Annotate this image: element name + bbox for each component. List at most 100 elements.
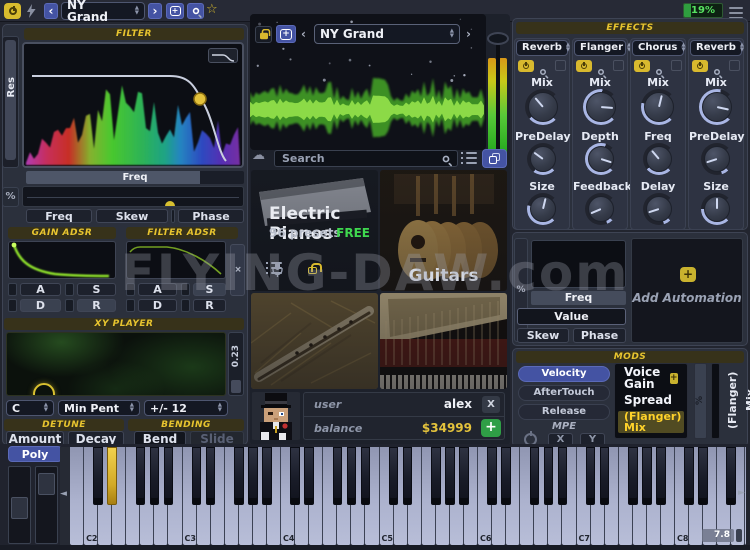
effect-power-button[interactable]: [518, 60, 534, 72]
depth-knob[interactable]: [585, 143, 617, 175]
search-input[interactable]: Search: [274, 150, 458, 167]
keyboard-zoom-handle[interactable]: [736, 529, 742, 542]
piano-key-as4[interactable]: [360, 447, 371, 505]
mod-curve-slider[interactable]: [711, 363, 720, 439]
effect-preset-icon[interactable]: [671, 60, 682, 71]
microphone-icon[interactable]: [271, 262, 283, 277]
browser-tile-electric-pianos[interactable]: Electric Pianos 96 presets FREE: [251, 170, 378, 291]
predelay-knob[interactable]: [701, 143, 733, 175]
bend-range-select[interactable]: +/- 12 ▲ ▼: [144, 400, 228, 416]
preset-next-button[interactable]: ›: [148, 3, 162, 19]
add-preset-button[interactable]: +: [166, 3, 184, 19]
size-knob[interactable]: [701, 193, 733, 225]
piano-key-gs5[interactable]: [445, 447, 455, 505]
list-view-icon[interactable]: [461, 152, 477, 164]
tab-phase[interactable]: Phase: [178, 209, 244, 223]
automation-value-field[interactable]: Value: [517, 308, 626, 325]
automation-phase-button[interactable]: Phase: [573, 328, 626, 343]
tab-freq[interactable]: Freq: [26, 209, 92, 223]
gain-decay-button[interactable]: D: [20, 299, 61, 312]
preset-select-topbar[interactable]: NY Grand ▲ ▼: [61, 0, 145, 23]
effect-type-select[interactable]: Reverb ▲ ▼: [516, 40, 570, 56]
crossed-arrows-button[interactable]: +: [230, 244, 245, 296]
tab-aftertouch[interactable]: AfterTouch: [518, 385, 610, 401]
piano-key-ds5[interactable]: [402, 447, 413, 505]
add-balance-button[interactable]: +: [481, 419, 501, 437]
effect-search-icon[interactable]: [540, 69, 546, 75]
keyboard-zoom-value[interactable]: 7.8: [702, 529, 734, 542]
piano-key-cs8[interactable]: [684, 447, 694, 505]
piano-key-ds6[interactable]: [501, 447, 511, 505]
percent-icon[interactable]: %: [2, 187, 19, 207]
feedback-knob[interactable]: [585, 193, 617, 225]
automation-percent-icon[interactable]: %: [514, 238, 528, 342]
piano-key-gs7[interactable]: [642, 447, 652, 505]
add-automation-area[interactable]: + Add Automation: [631, 238, 743, 343]
effect-power-button[interactable]: [634, 60, 650, 72]
effect-type-select[interactable]: Reverb ▲ ▼: [690, 40, 744, 56]
gain-attack-button[interactable]: A: [20, 283, 61, 296]
piano-key-gs6[interactable]: [543, 447, 554, 505]
browser-prev-button[interactable]: ‹: [301, 27, 306, 41]
root-note-select[interactable]: C ▲ ▼: [6, 400, 54, 416]
effect-preset-icon[interactable]: [555, 60, 566, 71]
piano-key-ds8[interactable]: [698, 447, 708, 505]
mod-amount-slider[interactable]: %: [694, 363, 707, 439]
browser-tile-guitars[interactable]: Guitars: [380, 170, 507, 291]
effect-search-icon[interactable]: [714, 69, 720, 75]
piano-key-cs7[interactable]: [585, 447, 596, 505]
filter-spectrum-display[interactable]: [22, 42, 244, 168]
predelay-knob[interactable]: [527, 143, 559, 175]
mod-handle[interactable]: [165, 201, 175, 206]
grid-view-button[interactable]: [482, 149, 507, 168]
automation-display[interactable]: [531, 240, 626, 288]
piano-key-fs4[interactable]: [332, 447, 343, 505]
tile-lock-icon[interactable]: [308, 263, 322, 274]
filter-mod-strip[interactable]: [22, 186, 244, 207]
piano-key-gs3[interactable]: [248, 447, 258, 505]
tab-skew[interactable]: Skew: [96, 209, 168, 223]
piano-key-cs4[interactable]: [290, 447, 300, 505]
mod-item-voice-gain[interactable]: Voice Gain +: [618, 366, 684, 390]
filter-adsr-display[interactable]: [126, 241, 226, 279]
piano-key-fs6[interactable]: [529, 447, 540, 505]
filter-sustain-button[interactable]: S: [193, 283, 226, 296]
mix-knob[interactable]: [583, 89, 619, 125]
effect-type-select[interactable]: Chorus ▲ ▼: [632, 40, 686, 56]
gain-sustain-button[interactable]: S: [77, 283, 116, 296]
xy-cursor[interactable]: [33, 383, 55, 395]
poly-button[interactable]: Poly: [8, 446, 62, 462]
piano-key-gs2[interactable]: [149, 447, 160, 505]
piano-key-ds3[interactable]: [205, 447, 216, 505]
piano-key-as5[interactable]: [459, 447, 469, 505]
freq-knob[interactable]: [643, 143, 675, 175]
gain-release-button[interactable]: R: [77, 299, 116, 312]
effect-search-icon[interactable]: [598, 69, 604, 75]
filter-freq-slider[interactable]: Freq: [26, 171, 244, 184]
bolt-icon[interactable]: [26, 4, 37, 19]
avatar[interactable]: [251, 392, 301, 440]
resonance-slider[interactable]: Res: [2, 36, 19, 168]
effect-power-button[interactable]: [576, 60, 592, 72]
browser-tile-flute[interactable]: [251, 293, 378, 389]
logout-button[interactable]: X: [482, 396, 500, 413]
power-button[interactable]: [4, 3, 21, 19]
gain-adsr-display[interactable]: [8, 241, 116, 279]
piano-key-cs5[interactable]: [388, 447, 399, 505]
tab-release[interactable]: Release: [518, 404, 610, 420]
filter-attack-button[interactable]: A: [138, 283, 177, 296]
favorite-star-icon[interactable]: ☆: [206, 2, 218, 17]
piano-key-cs6[interactable]: [487, 447, 497, 505]
lock-button[interactable]: [255, 26, 272, 43]
piano-key-as2[interactable]: [163, 447, 174, 505]
mix-knob[interactable]: [641, 89, 677, 125]
effect-power-button[interactable]: [692, 60, 708, 72]
scroll-right-icon[interactable]: ►: [738, 488, 745, 498]
piano-key-cs3[interactable]: [191, 447, 202, 505]
piano-key-ds2[interactable]: [107, 447, 117, 505]
delay-knob[interactable]: [643, 193, 675, 225]
mix-knob[interactable]: [699, 89, 735, 125]
size-knob[interactable]: [527, 193, 559, 225]
effect-search-icon[interactable]: [656, 69, 662, 75]
piano-key-b1[interactable]: [70, 447, 85, 545]
